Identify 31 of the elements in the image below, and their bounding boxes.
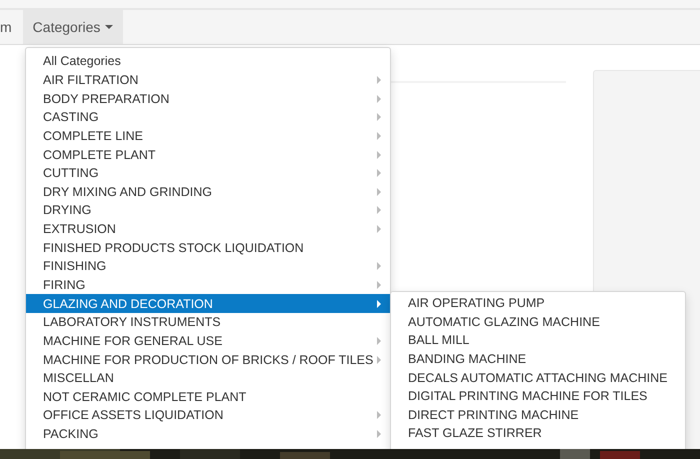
menu-item[interactable]: FINISHED PRODUCTS STOCK LIQUIDATION — [26, 238, 390, 258]
nav-link[interactable]: m — [0, 10, 23, 44]
menu-item[interactable]: DRY MIXING AND GRINDING — [26, 182, 390, 202]
menu-item[interactable]: AUTOMATIC GLAZING MACHINE — [391, 312, 685, 332]
menu-item[interactable]: FAST GLAZE STIRRER — [391, 424, 685, 444]
menu-item[interactable]: DIRECT PRINTING MACHINE — [391, 406, 685, 424]
menu-item[interactable]: BANDING MACHINE — [391, 350, 685, 369]
menu-item[interactable]: LABORATORY INSTRUMENTS — [26, 312, 390, 332]
menu-item[interactable]: EXTRUSION — [26, 220, 390, 238]
menu-item[interactable]: GLAZING AND DECORATION — [26, 294, 390, 313]
menu-item[interactable]: AIR OPERATING PUMP — [391, 294, 685, 313]
menu-item[interactable]: COMPLETE PLANT — [26, 145, 390, 164]
menu-item[interactable]: BALL MILL — [391, 331, 685, 350]
menu-item[interactable]: PACKING — [26, 424, 390, 444]
menu-item[interactable]: MACHINE FOR PRODUCTION OF BRICKS / ROOF TILES — [26, 350, 390, 369]
menu-item[interactable]: All Categories — [26, 52, 390, 71]
menu-item[interactable]: BODY PREPARATION — [26, 89, 390, 108]
menu-item[interactable]: DECALS AUTOMATIC ATTACHING MACHINE — [391, 368, 685, 388]
nav-link[interactable]: Categories — [22, 10, 124, 44]
menu-item[interactable]: MISCELLAN — [26, 368, 390, 388]
menu-item[interactable]: FIRING — [26, 276, 390, 294]
menu-item[interactable]: AIR FILTRATION — [26, 70, 390, 90]
menu-item[interactable]: DRYING — [26, 201, 390, 220]
menu-item[interactable]: OFFICE ASSETS LIQUIDATION — [26, 406, 390, 425]
menu-item[interactable]: CASTING — [26, 108, 390, 127]
menu-item[interactable]: NOT CERAMIC COMPLETE PLANT — [26, 388, 390, 406]
menu-item[interactable]: MACHINE FOR GENERAL USE — [26, 332, 390, 350]
menu-item[interactable]: COMPLETE LINE — [26, 126, 390, 146]
menu-item[interactable]: CUTTING — [26, 164, 390, 182]
menu-item[interactable]: FINISHING — [26, 257, 390, 276]
menu-item[interactable]: DIGITAL PRINTING MACHINE FOR TILES — [391, 387, 685, 406]
